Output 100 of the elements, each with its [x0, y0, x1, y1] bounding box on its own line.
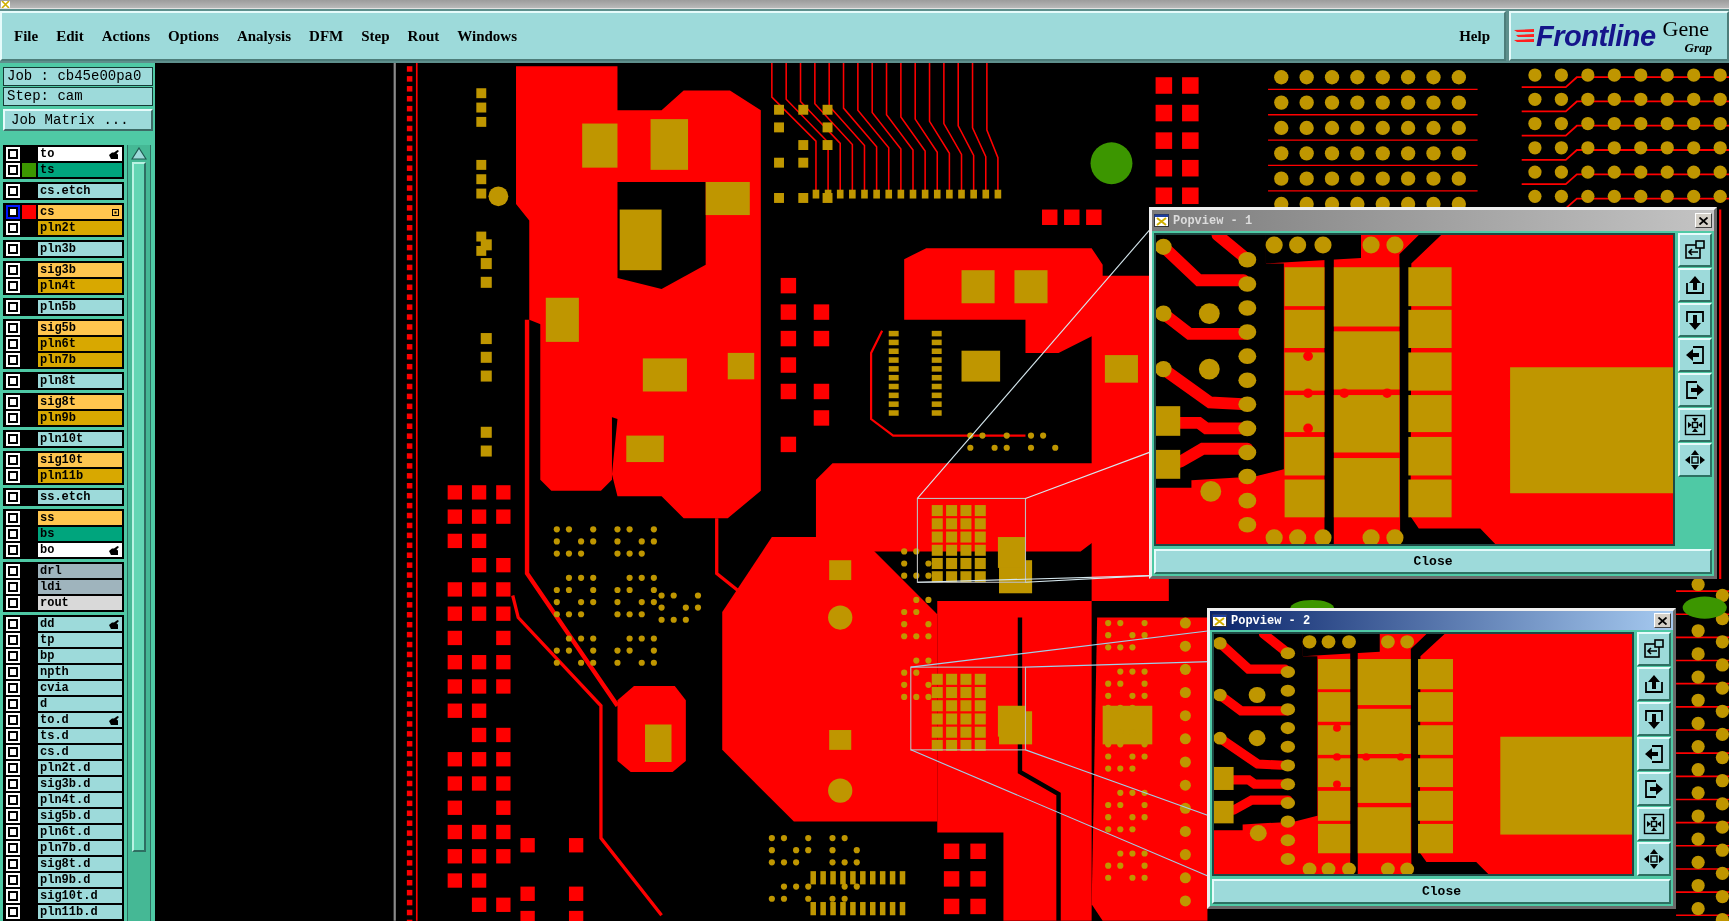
close-button[interactable]: Close: [1154, 549, 1712, 574]
layer-checkbox[interactable]: [8, 731, 18, 741]
toolbar-button[interactable]: [1637, 667, 1671, 701]
layer-button[interactable]: sig10t.d: [38, 889, 122, 903]
toolbar-button[interactable]: [1637, 807, 1671, 841]
layer-checkbox[interactable]: [8, 455, 18, 465]
layer-button[interactable]: pln8t: [38, 374, 122, 388]
layer-checkbox[interactable]: [8, 683, 18, 693]
layer-checkbox[interactable]: [8, 413, 18, 423]
layer-button[interactable]: pln7b.d: [38, 841, 122, 855]
layer-checkbox[interactable]: [8, 859, 18, 869]
menu-item[interactable]: Options: [164, 25, 223, 47]
toolbar-button[interactable]: [1637, 702, 1671, 736]
layer-button[interactable]: ts: [38, 163, 122, 177]
layer-checkbox[interactable]: [8, 811, 18, 821]
toolbar-button[interactable]: [1678, 338, 1712, 372]
layer-button[interactable]: pln11b: [38, 469, 122, 483]
layer-button[interactable]: pln11b.d: [38, 905, 122, 919]
layer-button[interactable]: ss: [38, 511, 122, 525]
layer-checkbox[interactable]: [8, 186, 18, 196]
layer-checkbox[interactable]: [8, 875, 18, 885]
toolbar-button[interactable]: [1678, 373, 1712, 407]
menu-item[interactable]: Actions: [97, 25, 154, 47]
layer-checkbox[interactable]: [8, 747, 18, 757]
layer-checkbox[interactable]: [8, 598, 18, 608]
layer-checkbox[interactable]: [8, 635, 18, 645]
layer-checkbox[interactable]: [8, 907, 18, 917]
layer-checkbox[interactable]: [8, 699, 18, 709]
layer-checkbox[interactable]: [8, 513, 18, 523]
layer-checkbox[interactable]: [8, 165, 18, 175]
layer-button[interactable]: pln2t: [38, 221, 122, 235]
menu-item[interactable]: Help: [1455, 25, 1494, 47]
layer-button[interactable]: sig8t.d: [38, 857, 122, 871]
toolbar-button[interactable]: [1678, 443, 1712, 477]
layer-button[interactable]: sig3b.d: [38, 777, 122, 791]
layer-button[interactable]: ts.d: [38, 729, 122, 743]
layer-checkbox[interactable]: [8, 667, 18, 677]
layer-button[interactable]: pln9b.d: [38, 873, 122, 887]
layer-checkbox[interactable]: [8, 843, 18, 853]
layer-checkbox[interactable]: [8, 339, 18, 349]
layer-checkbox[interactable]: [8, 376, 18, 386]
layer-button[interactable]: sig5b: [38, 321, 122, 335]
layer-button[interactable]: ss.etch: [38, 490, 122, 504]
layer-checkbox[interactable]: [8, 223, 18, 233]
layer-checkbox[interactable]: [8, 302, 18, 312]
layer-button[interactable]: ldi: [38, 580, 122, 594]
layer-checkbox[interactable]: [8, 827, 18, 837]
toolbar-button[interactable]: [1637, 737, 1671, 771]
layer-button[interactable]: bo: [38, 543, 122, 557]
layer-button[interactable]: cs.d: [38, 745, 122, 759]
toolbar-button[interactable]: [1678, 408, 1712, 442]
layer-button[interactable]: pln3b: [38, 242, 122, 256]
scrollbar-thumb[interactable]: [132, 162, 146, 852]
layer-button[interactable]: bp: [38, 649, 122, 663]
menu-item[interactable]: Rout: [403, 25, 444, 47]
layer-checkbox[interactable]: [8, 397, 18, 407]
layer-button[interactable]: pln5b: [38, 300, 122, 314]
toolbar-button[interactable]: [1678, 233, 1712, 267]
layer-checkbox[interactable]: [8, 434, 18, 444]
layer-checkbox[interactable]: [8, 619, 18, 629]
layer-button[interactable]: cvia: [38, 681, 122, 695]
menu-item[interactable]: File: [10, 25, 43, 47]
job-matrix-button[interactable]: Job Matrix ...: [3, 109, 153, 131]
menu-item[interactable]: Windows: [453, 25, 521, 47]
layer-checkbox[interactable]: [8, 281, 18, 291]
layer-checkbox[interactable]: [8, 323, 18, 333]
layer-button[interactable]: pln6t: [38, 337, 122, 351]
layer-checkbox[interactable]: [8, 566, 18, 576]
toolbar-button[interactable]: [1637, 632, 1671, 666]
close-button[interactable]: Close: [1212, 879, 1671, 904]
layer-button[interactable]: tp: [38, 633, 122, 647]
toolbar-button[interactable]: [1637, 842, 1671, 876]
menu-item[interactable]: DFM: [305, 25, 348, 47]
layer-button[interactable]: cs.etch: [38, 184, 122, 198]
layer-checkbox[interactable]: [8, 244, 18, 254]
layer-button[interactable]: rout: [38, 596, 122, 610]
layer-button[interactable]: sig5b.d: [38, 809, 122, 823]
layer-checkbox[interactable]: [8, 763, 18, 773]
layer-button[interactable]: bs: [38, 527, 122, 541]
toolbar-button[interactable]: [1637, 772, 1671, 806]
layer-checkbox[interactable]: [8, 891, 18, 901]
layer-checkbox[interactable]: [8, 779, 18, 789]
scrollbar[interactable]: [127, 145, 151, 921]
layer-button[interactable]: to: [38, 147, 122, 161]
layer-button[interactable]: to.d: [38, 713, 122, 727]
layer-checkbox[interactable]: [8, 795, 18, 805]
layer-checkbox[interactable]: [8, 582, 18, 592]
layer-button[interactable]: pln2t.d: [38, 761, 122, 775]
layer-button[interactable]: pln9b: [38, 411, 122, 425]
layer-button[interactable]: pln7b: [38, 353, 122, 367]
layer-checkbox[interactable]: [8, 492, 18, 502]
menu-item[interactable]: Edit: [52, 25, 88, 47]
layer-checkbox[interactable]: [8, 529, 18, 539]
layer-checkbox[interactable]: [8, 149, 18, 159]
layer-button[interactable]: pln6t.d: [38, 825, 122, 839]
window-close-button[interactable]: [1654, 613, 1671, 628]
layer-button[interactable]: drl: [38, 564, 122, 578]
layer-checkbox[interactable]: [8, 651, 18, 661]
layer-button[interactable]: npth: [38, 665, 122, 679]
layer-button[interactable]: d: [38, 697, 122, 711]
